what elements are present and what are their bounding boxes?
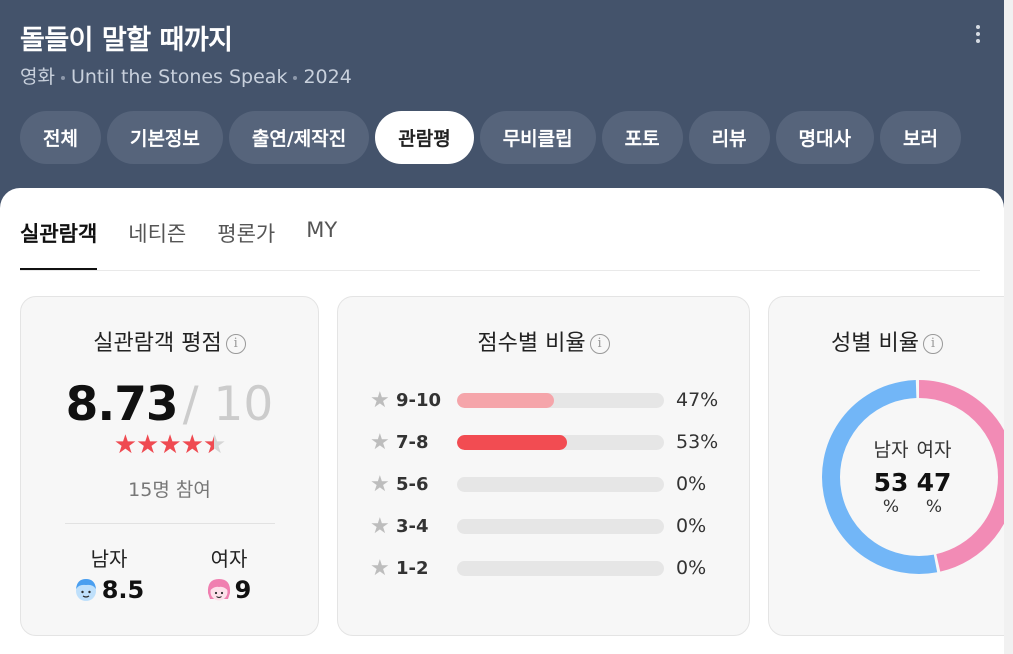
movie-subtitle: 영화 Until the Stones Speak 2024 (20, 62, 352, 89)
donut-male-label: 남자 (873, 439, 909, 461)
ratio-bar-track (457, 392, 664, 408)
female-rating: 여자 9 (179, 543, 279, 604)
movie-title: 돌들이 말할 때까지 (20, 25, 233, 56)
male-face-icon (75, 579, 96, 601)
female-score-row: 9 (179, 576, 279, 604)
star-icon: ★ (370, 471, 390, 497)
donut-female-col: 여자 47 % (914, 435, 954, 517)
ratio-bar-track (457, 560, 664, 576)
scrollbar[interactable] (1004, 0, 1013, 654)
score-value: 8.73 (65, 377, 179, 432)
donut-female-value: 47 (916, 468, 952, 497)
male-rating: 남자 8.5 (59, 543, 159, 604)
rating-divider (65, 523, 275, 524)
section-tabs: 전체 기본정보 출연/제작진 관람평 무비클립 포토 리뷰 명대사 보러 (20, 111, 961, 164)
distribution-row: ★ 9-10 47% (370, 387, 730, 413)
subtab-divider (20, 270, 980, 271)
star-half-icon: ★★ (202, 430, 226, 460)
average-score: 8.73 / 10 (21, 377, 318, 432)
tab-all[interactable]: 전체 (20, 111, 101, 164)
ratio-percent: 0% (676, 473, 707, 495)
info-icon[interactable]: i (225, 334, 246, 354)
rating-subtabs: 실관람객 네티즌 평론가 MY (20, 218, 337, 270)
tab-famous-lines[interactable]: 명대사 (775, 111, 874, 164)
score-range-label: 7-8 (396, 431, 429, 453)
star-rating: ★★★★★★ (21, 430, 318, 460)
gender-card-title: 성별 비율 i (769, 325, 1004, 357)
female-score: 9 (234, 576, 252, 604)
star-icon: ★ (370, 429, 390, 455)
donut-center-labels: 남자 53 % 여자 47 % (819, 377, 1004, 577)
tab-cast-crew[interactable]: 출연/제작진 (228, 111, 370, 164)
ratio-bar-track (457, 434, 664, 450)
content-sheet: 실관람객 네티즌 평론가 MY 실관람객 평점 i 8.73 / 10 ★★★★★… (0, 188, 1004, 654)
movie-original-title: Until the Stones Speak (70, 66, 288, 88)
ratio-bar-fill (457, 392, 555, 408)
ratio-percent: 0% (676, 515, 707, 537)
ratio-bar-fill (457, 434, 567, 450)
rating-card-title: 실관람객 평점 i (21, 325, 318, 357)
tab-photos[interactable]: 포토 (601, 111, 683, 164)
star-full-icon: ★ (113, 430, 137, 460)
ratio-percent: 53% (676, 431, 719, 453)
participant-count: 15명 참여 (128, 479, 211, 501)
subtab-my[interactable]: MY (306, 218, 337, 270)
distribution-card-title: 점수별 비율 i (338, 325, 749, 357)
star-full-icon: ★ (180, 430, 204, 460)
ratio-bar-track (457, 476, 664, 492)
donut-female-label: 여자 (916, 439, 952, 461)
distribution-row: ★ 5-6 0% (370, 471, 730, 497)
gender-card-title-text: 성별 비율 (831, 331, 919, 356)
donut-male-col: 남자 53 % (871, 435, 911, 517)
male-score-row: 8.5 (59, 576, 159, 604)
ratio-percent: 0% (676, 557, 707, 579)
distribution-row: ★ 1-2 0% (370, 555, 730, 581)
star-icon: ★ (370, 387, 390, 413)
star-icon: ★ (370, 555, 390, 581)
subtab-netizens[interactable]: 네티즌 (128, 218, 186, 270)
star-icon: ★ (370, 513, 390, 539)
ratio-bar-track (457, 518, 664, 534)
female-face-icon (207, 579, 230, 601)
score-range-label: 3-4 (396, 515, 429, 537)
info-icon[interactable]: i (589, 334, 610, 354)
tab-watch[interactable]: 보러 (880, 111, 961, 164)
star-full-icon: ★ (158, 430, 181, 460)
tab-reviews[interactable]: 리뷰 (688, 111, 770, 164)
donut-female-percent-sign: % (925, 497, 943, 517)
score-distribution-card: 점수별 비율 i ★ 9-10 47% ★ 7-8 53% ★ 5-6 0% ★ … (337, 296, 750, 636)
distribution-card-title-text: 점수별 비율 (477, 331, 586, 356)
distribution-row: ★ 7-8 53% (370, 429, 730, 455)
score-range-label: 5-6 (396, 473, 429, 495)
separator-dot (60, 75, 65, 80)
tab-basic-info[interactable]: 기본정보 (106, 111, 223, 164)
movie-type: 영화 (20, 66, 55, 88)
rating-card: 실관람객 평점i 8.73 / 10 ★★★★★★ 15명 참여 남자 8.5 (20, 296, 319, 636)
more-vertical-icon[interactable] (966, 22, 990, 50)
star-full-icon: ★ (136, 430, 159, 460)
ratio-percent: 47% (676, 389, 719, 411)
male-label: 남자 (90, 547, 128, 571)
donut-male-percent-sign: % (882, 497, 900, 517)
movie-header: 돌들이 말할 때까지 영화 Until the Stones Speak 2024 … (0, 0, 1004, 200)
tab-reviews-rating[interactable]: 관람평 (375, 111, 474, 164)
female-label: 여자 (210, 547, 248, 571)
score-max: / 10 (182, 377, 274, 432)
subtab-critics[interactable]: 평론가 (217, 218, 275, 270)
rating-card-title-text: 실관람객 평점 (93, 331, 222, 356)
male-score: 8.5 (101, 576, 145, 604)
distribution-row: ★ 3-4 0% (370, 513, 730, 539)
separator-dot (293, 75, 298, 80)
movie-year: 2024 (303, 66, 352, 88)
subtab-actual-viewers[interactable]: 실관람객 (20, 218, 98, 270)
info-icon[interactable]: i (922, 334, 943, 354)
score-range-label: 1-2 (396, 557, 429, 579)
score-range-label: 9-10 (396, 389, 442, 411)
gender-ratio-card: 성별 비율 i 남자 53 % 여자 47 % (768, 296, 1004, 636)
donut-male-value: 53 (873, 468, 909, 497)
tab-movie-clips[interactable]: 무비클립 (479, 111, 596, 164)
